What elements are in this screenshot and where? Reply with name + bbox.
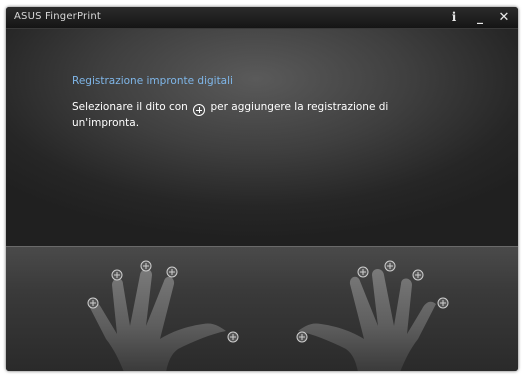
- minimize-button[interactable]: _: [468, 7, 492, 28]
- add-fingerprint-left-little[interactable]: [87, 297, 99, 309]
- hands-panel: [6, 246, 518, 371]
- left-hand-shape: [88, 269, 226, 371]
- content-area: Registrazione impronte digitali Selezion…: [6, 29, 518, 246]
- app-title: ASUS FingerPrint: [14, 11, 101, 22]
- add-fingerprint-left-index[interactable]: [166, 266, 178, 278]
- hands-illustration: [87, 260, 449, 371]
- left-hand: [88, 269, 226, 371]
- instruction-text: Selezionare il dito con per aggiungere l…: [72, 100, 402, 131]
- add-fingerprint-right-ring[interactable]: [412, 269, 424, 281]
- title-bar: ASUS FingerPrint i _ ✕: [6, 7, 518, 29]
- right-hand: [298, 269, 436, 371]
- close-button[interactable]: ✕: [492, 7, 516, 28]
- add-fingerprint-left-ring[interactable]: [111, 269, 123, 281]
- add-fingerprint-left-thumb[interactable]: [227, 331, 239, 343]
- instruction-text-before: Selezionare il dito con: [72, 101, 188, 113]
- add-fingerprint-right-index[interactable]: [357, 266, 369, 278]
- add-fingerprint-right-middle[interactable]: [384, 260, 396, 272]
- page-title: Registrazione impronte digitali: [72, 75, 233, 87]
- right-hand-shape: [298, 269, 436, 371]
- plus-circle-icon: [193, 104, 206, 116]
- fingerprint-window: ASUS FingerPrint i _ ✕ Registrazione imp…: [6, 7, 518, 371]
- add-fingerprint-left-middle[interactable]: [140, 260, 152, 272]
- info-button[interactable]: i: [442, 7, 466, 28]
- add-fingerprint-right-thumb[interactable]: [296, 331, 308, 343]
- add-fingerprint-right-little[interactable]: [437, 297, 449, 309]
